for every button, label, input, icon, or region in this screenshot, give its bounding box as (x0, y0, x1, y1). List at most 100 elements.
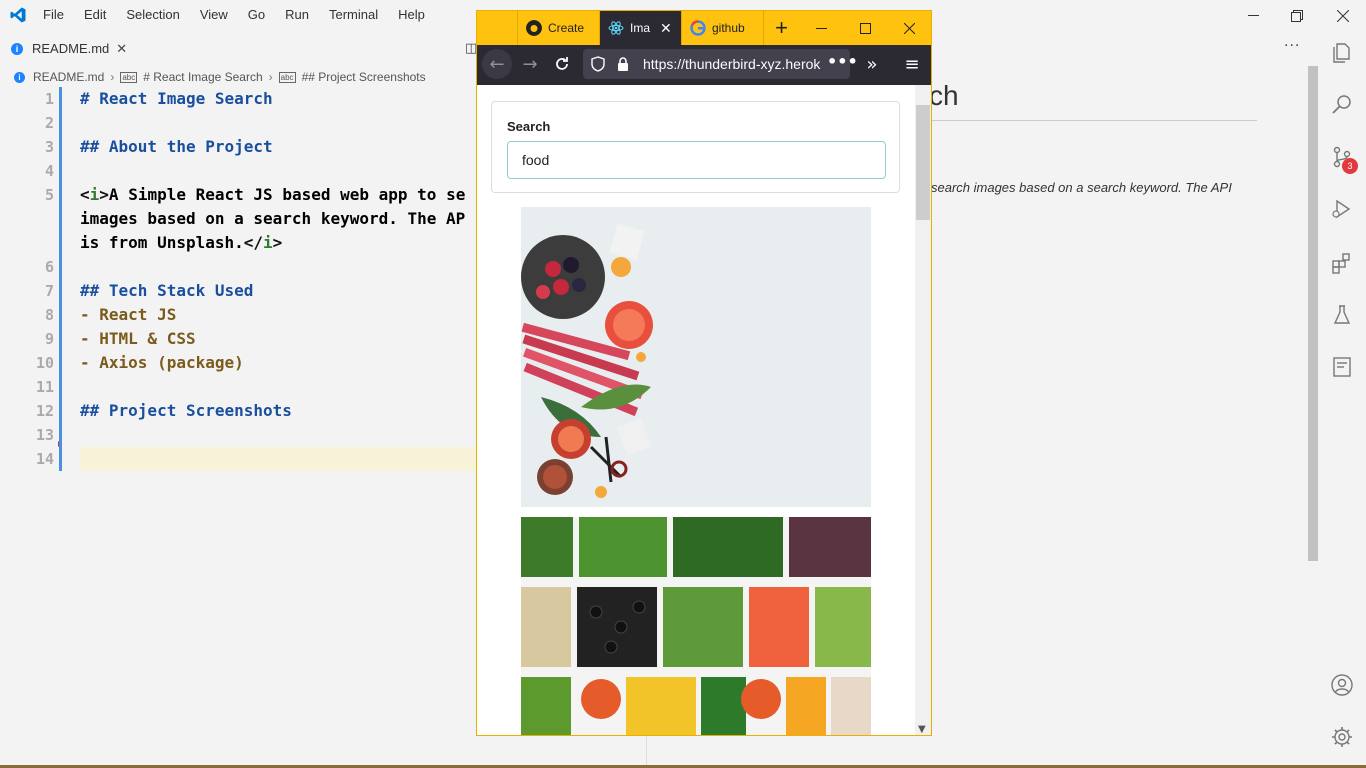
restore-icon (1291, 9, 1303, 22)
menu-run[interactable]: Run (275, 7, 319, 22)
code-text: ## About the Project (80, 137, 273, 156)
browser-toolbar: ← → https://thunderbird-xyz.herok ••• » … (477, 45, 931, 85)
restore-button[interactable] (1274, 0, 1320, 31)
modified-gutter-marker (59, 159, 62, 183)
lock-icon[interactable] (617, 56, 629, 72)
breadcrumb: i README.md › abc # React Image Search › a… (14, 67, 426, 87)
notebook-icon[interactable] (1330, 355, 1354, 379)
account-icon[interactable] (1330, 673, 1354, 697)
preview-title: ch (929, 80, 959, 111)
line-number: 13 (35, 426, 54, 444)
new-tab-button[interactable]: + (763, 11, 799, 45)
scm-count-badge: 3 (1342, 158, 1358, 174)
modified-gutter-marker (59, 447, 62, 471)
info-icon: i (11, 42, 23, 55)
modified-gutter-marker (59, 87, 62, 111)
browser-maximize-button[interactable] (843, 11, 887, 45)
extensions-icon[interactable] (1330, 251, 1354, 275)
back-button[interactable]: ← (482, 49, 512, 79)
menu-help[interactable]: Help (388, 7, 435, 22)
testing-icon[interactable] (1330, 303, 1354, 327)
overflow-menu-button[interactable]: » (857, 49, 887, 79)
scroll-down-icon[interactable]: ▼ (918, 724, 926, 735)
menu-go[interactable]: Go (238, 7, 275, 22)
modified-gutter-marker (59, 279, 62, 303)
breadcrumb-file[interactable]: i README.md (14, 70, 104, 84)
line-number: 14 (35, 450, 54, 468)
browser-tab-strip: Create Ima ✕ github + (477, 11, 931, 45)
symbol-string-icon: abc (120, 71, 138, 83)
modified-gutter-marker (59, 399, 62, 423)
url-text[interactable]: https://thunderbird-xyz.herok (643, 56, 823, 72)
scrollbar-thumb[interactable] (916, 105, 930, 220)
menu-view[interactable]: View (190, 7, 238, 22)
forward-button[interactable]: → (515, 49, 545, 79)
preview-text: search images based on a search keyword.… (931, 180, 1232, 195)
minimize-icon (1247, 15, 1259, 16)
browser-close-button[interactable] (887, 11, 931, 45)
menu-bar: File Edit Selection View Go Run Terminal Help (33, 7, 435, 22)
search-icon[interactable] (1330, 93, 1354, 117)
line-number: 9 (44, 330, 54, 348)
code-text: is from Unsplash.</i> (80, 233, 283, 252)
modified-gutter-marker (59, 375, 62, 399)
search-input[interactable]: food (507, 141, 886, 179)
modified-gutter-marker (59, 303, 62, 327)
arrow-right-icon: → (522, 53, 538, 75)
chevron-right-icon: › (268, 70, 273, 84)
line-number: 8 (44, 306, 54, 324)
menu-edit[interactable]: Edit (74, 7, 116, 22)
breadcrumb-heading-1[interactable]: abc # React Image Search (120, 70, 263, 84)
address-bar[interactable]: https://thunderbird-xyz.herok ••• (583, 49, 858, 79)
code-text: ## Project Screenshots (80, 401, 292, 420)
symbol-string-icon: abc (278, 71, 296, 83)
menu-file[interactable]: File (33, 7, 74, 22)
page-actions-icon[interactable]: ••• (827, 52, 858, 71)
line-number: 10 (35, 354, 54, 372)
vscode-logo-icon (10, 7, 26, 23)
modified-gutter-marker (59, 135, 62, 159)
explorer-icon[interactable] (1330, 41, 1354, 65)
hamburger-menu-button[interactable]: ≡ (897, 49, 927, 79)
menu-terminal[interactable]: Terminal (319, 7, 388, 22)
line-number: 1 (44, 90, 54, 108)
browser-window: Create Ima ✕ github + ← → https://thunde… (476, 10, 932, 736)
code-text: ## Tech Stack Used (80, 281, 254, 300)
modified-gutter-marker (59, 351, 62, 375)
menu-selection[interactable]: Selection (116, 7, 189, 22)
more-actions-icon[interactable]: ··· (1284, 38, 1300, 54)
food-image-fruits[interactable] (521, 207, 871, 507)
close-window-button[interactable] (1320, 0, 1366, 31)
minimize-icon (815, 27, 827, 29)
code-text: - Axios (package) (80, 353, 244, 372)
modified-gutter-marker (59, 231, 62, 255)
reload-button[interactable] (547, 49, 577, 79)
line-number: 6 (44, 258, 54, 276)
preview-divider (929, 120, 1257, 121)
food-image-salad-bar[interactable] (521, 517, 871, 735)
close-tab-icon[interactable]: ✕ (660, 20, 672, 37)
modified-gutter-marker (59, 111, 62, 135)
browser-tab-image-search[interactable]: Ima ✕ (599, 11, 681, 45)
code-text: - React JS (80, 305, 177, 324)
settings-gear-icon[interactable] (1330, 725, 1354, 749)
double-chevron-right-icon: » (866, 53, 878, 75)
modified-gutter-marker (59, 255, 62, 279)
search-form: Search food (491, 101, 900, 193)
close-tab-icon[interactable]: ✕ (116, 41, 127, 57)
minimize-button[interactable] (1230, 0, 1276, 31)
browser-minimize-button[interactable] (799, 11, 843, 45)
preview-scrollbar[interactable] (1308, 66, 1318, 561)
browser-tab-github[interactable]: github (681, 11, 763, 45)
modified-gutter-marker (59, 423, 62, 447)
modified-gutter-marker (59, 183, 62, 207)
browser-scrollbar[interactable]: ▼ (915, 85, 931, 735)
tracking-protection-shield-icon[interactable] (591, 56, 605, 72)
browser-tab-create[interactable]: Create (517, 11, 599, 45)
google-icon (690, 20, 706, 36)
modified-gutter-marker (59, 207, 62, 231)
run-debug-icon[interactable] (1330, 197, 1354, 221)
editor-tab-readme[interactable]: i README.md ✕ (0, 31, 128, 66)
breadcrumb-heading-2[interactable]: abc ## Project Screenshots (278, 70, 426, 84)
line-number: 11 (35, 378, 54, 396)
